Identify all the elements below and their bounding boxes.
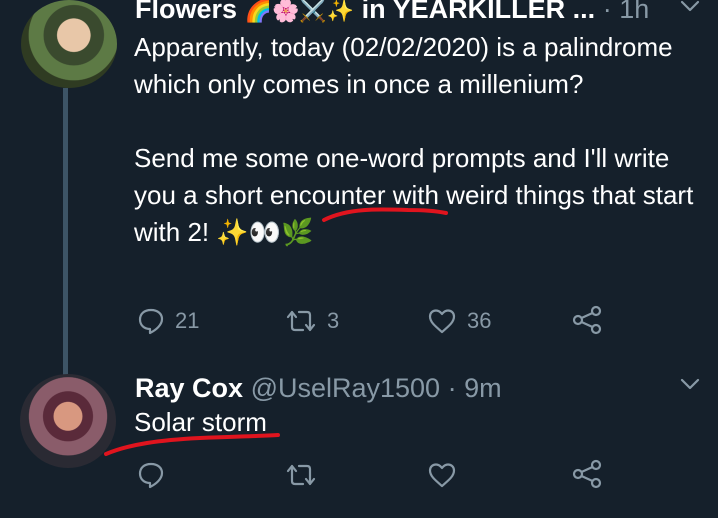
heart-icon xyxy=(428,309,456,334)
share-button[interactable] xyxy=(571,459,603,489)
reply-icon xyxy=(138,308,164,335)
timestamp[interactable]: 9m xyxy=(464,373,502,403)
avatar[interactable] xyxy=(20,374,116,468)
retweet-button[interactable]: 3 xyxy=(285,307,339,335)
retweet-count: 3 xyxy=(327,308,340,333)
chevron-down-icon[interactable] xyxy=(680,0,700,19)
heart-icon xyxy=(428,463,456,488)
name-emoji: 🌈🌸⚔️✨ xyxy=(244,0,355,23)
reply-button[interactable] xyxy=(137,461,165,489)
reply-count: 21 xyxy=(175,308,200,333)
tweet-header: Ray Cox @UselRay1500 · 9m xyxy=(135,373,502,403)
timestamp[interactable]: 1h xyxy=(619,0,649,24)
separator: · xyxy=(447,373,457,403)
chevron-down-icon[interactable] xyxy=(680,374,700,397)
share-button[interactable] xyxy=(571,305,603,335)
display-name[interactable]: Ray Cox xyxy=(135,373,243,403)
reply-button[interactable]: 21 xyxy=(137,307,199,335)
reply-icon xyxy=(138,462,164,489)
tweet-header: Flowers 🌈🌸⚔️✨ in YEARKILLER ... · 1h xyxy=(135,0,649,26)
like-button[interactable] xyxy=(427,461,457,489)
like-button[interactable]: 36 xyxy=(427,307,491,335)
share-icon xyxy=(572,459,602,489)
tweet-paragraph: Apparently, today (02/02/2020) is a pali… xyxy=(134,32,673,99)
thread-line xyxy=(63,88,68,376)
separator: · xyxy=(602,0,612,24)
display-name[interactable]: Flowers xyxy=(135,0,237,24)
retweet-button[interactable] xyxy=(285,461,317,489)
tweet-text: Apparently, today (02/02/2020) is a pali… xyxy=(134,29,704,251)
tweet-paragraph: Send me some one-word prompts and I'll w… xyxy=(134,143,694,247)
retweet-icon xyxy=(286,464,316,486)
like-count: 36 xyxy=(467,308,492,333)
avatar[interactable] xyxy=(21,0,117,88)
share-icon xyxy=(572,305,602,335)
handle[interactable]: @UselRay1500 xyxy=(251,373,441,403)
retweet-icon xyxy=(286,310,316,332)
tweet-text: Solar storm xyxy=(134,407,267,437)
reply-context[interactable]: in YEARKILLER ... xyxy=(362,0,596,24)
